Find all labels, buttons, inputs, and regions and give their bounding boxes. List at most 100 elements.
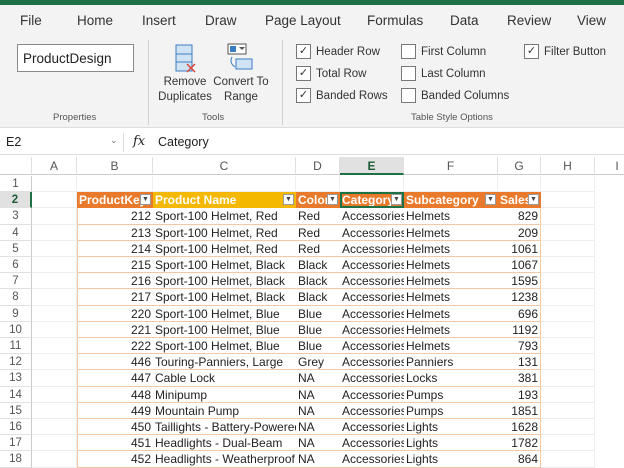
table-cell[interactable]: Locks	[404, 370, 498, 387]
checkbox-box[interactable]	[401, 88, 416, 103]
row-header-5[interactable]: 5	[0, 240, 32, 257]
table-cell[interactable]: Sport-100 Helmet, Black	[153, 289, 296, 306]
table-cell[interactable]: 214	[77, 240, 153, 257]
checkbox-box[interactable]: ✓	[524, 44, 539, 59]
tab-file[interactable]: File	[20, 13, 42, 28]
table-cell[interactable]: Accessories	[340, 321, 404, 338]
fx-icon[interactable]: fx	[133, 134, 145, 149]
table-cell[interactable]: 221	[77, 321, 153, 338]
table-cell[interactable]: 1782	[498, 435, 541, 452]
row-header-12[interactable]: 12	[0, 354, 32, 371]
row-header-10[interactable]: 10	[0, 321, 32, 338]
table-cell[interactable]: 829	[498, 208, 541, 225]
table-cell[interactable]: Red	[296, 240, 340, 257]
checkbox-box[interactable]	[401, 44, 416, 59]
table-cell[interactable]: Lights	[404, 451, 498, 468]
table-cell[interactable]: 864	[498, 451, 541, 468]
table-cell[interactable]: 1851	[498, 402, 541, 419]
table-cell[interactable]: Blue	[296, 305, 340, 322]
tab-data[interactable]: Data	[450, 13, 479, 28]
table-cell[interactable]: Accessories	[340, 451, 404, 468]
table-cell[interactable]: NA	[296, 435, 340, 452]
table-cell[interactable]: 450	[77, 419, 153, 436]
table-cell[interactable]: Accessories	[340, 208, 404, 225]
table-cell[interactable]: Helmets	[404, 338, 498, 355]
filter-dropdown-button[interactable]: ▼	[528, 194, 539, 206]
checkbox-last-column[interactable]: Last Column	[401, 66, 486, 81]
table-cell[interactable]: 793	[498, 338, 541, 355]
table-cell[interactable]: 131	[498, 354, 541, 371]
table-cell[interactable]: 451	[77, 435, 153, 452]
table-cell[interactable]: 381	[498, 370, 541, 387]
table-cell[interactable]: 1628	[498, 419, 541, 436]
table-header-product-name[interactable]: Product Name ▼	[153, 192, 296, 209]
table-header-subcategory[interactable]: Subcategory ▼	[404, 192, 498, 209]
table-cell[interactable]: Sport-100 Helmet, Black	[153, 257, 296, 274]
table-cell[interactable]: Helmets	[404, 321, 498, 338]
table-cell[interactable]: Helmets	[404, 273, 498, 290]
table-name-input[interactable]: ProductDesign	[17, 44, 134, 72]
checkbox-total-row[interactable]: ✓ Total Row	[296, 66, 367, 81]
tab-page-layout[interactable]: Page Layout	[265, 13, 341, 28]
table-cell[interactable]: 1061	[498, 240, 541, 257]
column-header-H[interactable]: H	[541, 157, 595, 175]
row-header-8[interactable]: 8	[0, 289, 32, 306]
row-header-3[interactable]: 3	[0, 208, 32, 225]
table-cell[interactable]: Headlights - Weatherproof	[153, 451, 296, 468]
tab-formulas[interactable]: Formulas	[367, 13, 423, 28]
table-cell[interactable]: Blue	[296, 338, 340, 355]
table-cell[interactable]: Sport-100 Helmet, Blue	[153, 321, 296, 338]
column-header-E[interactable]: E	[340, 157, 404, 175]
filter-dropdown-button[interactable]: ▼	[391, 194, 402, 206]
table-cell[interactable]: Accessories	[340, 257, 404, 274]
table-cell[interactable]: Headlights - Dual-Beam	[153, 435, 296, 452]
column-header-B[interactable]: B	[77, 157, 153, 175]
table-cell[interactable]: Accessories	[340, 240, 404, 257]
tab-insert[interactable]: Insert	[142, 13, 176, 28]
table-cell[interactable]: Accessories	[340, 354, 404, 371]
row-header-17[interactable]: 17	[0, 435, 32, 452]
table-cell[interactable]: Red	[296, 208, 340, 225]
table-cell[interactable]: 696	[498, 305, 541, 322]
row-header-9[interactable]: 9	[0, 305, 32, 322]
table-cell[interactable]: 217	[77, 289, 153, 306]
table-cell[interactable]: Helmets	[404, 208, 498, 225]
table-cell[interactable]: Lights	[404, 435, 498, 452]
table-cell[interactable]: Black	[296, 289, 340, 306]
table-cell[interactable]: Accessories	[340, 224, 404, 241]
table-cell[interactable]: Sport-100 Helmet, Blue	[153, 338, 296, 355]
filter-dropdown-button[interactable]: ▼	[140, 194, 151, 206]
table-cell[interactable]: Helmets	[404, 305, 498, 322]
row-header-13[interactable]: 13	[0, 370, 32, 387]
checkbox-box[interactable]: ✓	[296, 88, 311, 103]
table-cell[interactable]: Panniers	[404, 354, 498, 371]
table-cell[interactable]: Accessories	[340, 402, 404, 419]
row-header-7[interactable]: 7	[0, 273, 32, 290]
row-header-16[interactable]: 16	[0, 419, 32, 436]
chevron-down-icon[interactable]: ⌄	[110, 135, 118, 146]
select-all-corner[interactable]	[0, 157, 32, 175]
table-cell[interactable]: Black	[296, 257, 340, 274]
table-cell[interactable]: Accessories	[340, 338, 404, 355]
table-cell[interactable]: Touring-Panniers, Large	[153, 354, 296, 371]
table-cell[interactable]: Sport-100 Helmet, Red	[153, 224, 296, 241]
column-header-C[interactable]: C	[153, 157, 296, 175]
table-header-sales[interactable]: Sales ▼	[498, 192, 541, 209]
table-cell[interactable]: 222	[77, 338, 153, 355]
table-cell[interactable]: Helmets	[404, 289, 498, 306]
tab-home[interactable]: Home	[77, 13, 113, 28]
checkbox-first-column[interactable]: First Column	[401, 44, 486, 59]
checkbox-header-row[interactable]: ✓ Header Row	[296, 44, 380, 59]
checkbox-banded-columns[interactable]: Banded Columns	[401, 88, 509, 103]
table-cell[interactable]: Accessories	[340, 386, 404, 403]
table-cell[interactable]: Red	[296, 224, 340, 241]
tab-review[interactable]: Review	[507, 13, 551, 28]
table-cell[interactable]: Blue	[296, 321, 340, 338]
table-cell[interactable]: 1192	[498, 321, 541, 338]
table-cell[interactable]: NA	[296, 402, 340, 419]
tab-view[interactable]: View	[577, 13, 606, 28]
table-cell[interactable]: 1067	[498, 257, 541, 274]
checkbox-box[interactable]	[401, 66, 416, 81]
table-cell[interactable]: Grey	[296, 354, 340, 371]
row-header-18[interactable]: 18	[0, 451, 32, 468]
